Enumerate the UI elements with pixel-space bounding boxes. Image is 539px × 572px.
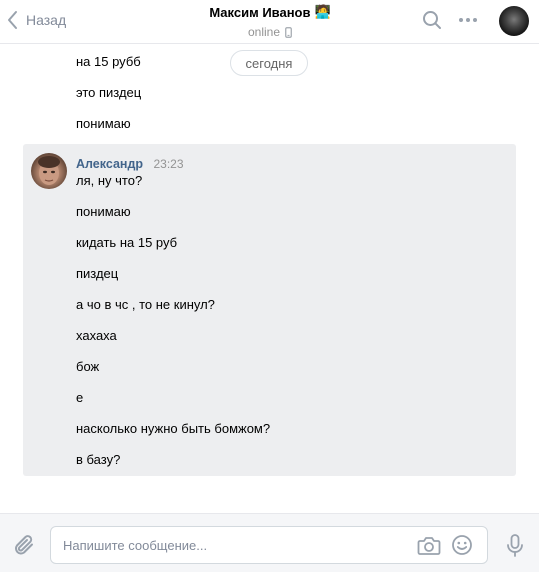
microphone-icon[interactable] <box>506 534 524 558</box>
message-input[interactable] <box>63 527 403 563</box>
message-line: на 15 рубб <box>76 54 141 69</box>
message-line: а чо в чс , то не кинул? <box>76 297 215 312</box>
peer-status: online <box>247 25 281 39</box>
message-line: понимаю <box>76 116 131 131</box>
message-time[interactable]: 23:23 <box>153 157 183 171</box>
message-line: кидать на 15 руб <box>76 235 178 250</box>
message-line: е <box>76 390 84 405</box>
sender-photo <box>38 156 60 185</box>
peer-name: Максим Иванов <box>209 4 311 20</box>
paperclip-icon[interactable] <box>12 533 36 557</box>
message-line: это пиздец <box>76 85 142 100</box>
message-group[interactable]: Александр 23:23 ля, ну что? понимаю кида… <box>23 144 516 476</box>
more-dots-icon[interactable] <box>458 17 478 23</box>
search-icon[interactable] <box>422 10 442 30</box>
date-separator: сегодня <box>230 50 308 76</box>
peer-avatar[interactable] <box>499 6 529 36</box>
chat-window: Назад Максим Иванов 🧑‍💻 online <box>0 0 539 572</box>
message-line: насколько нужно быть бомжом? <box>76 421 271 436</box>
message-line: понимаю <box>76 204 131 219</box>
camera-icon[interactable] <box>417 535 441 557</box>
message-line: бож <box>76 359 100 374</box>
message-input-box[interactable] <box>50 526 488 564</box>
message-line: хахаха <box>76 328 117 343</box>
message-history[interactable]: сегодня на 15 рубб это пиздец понимаю Ал… <box>0 45 539 513</box>
smile-icon[interactable] <box>451 534 473 556</box>
message-composer <box>0 513 539 572</box>
message-line: в базу? <box>76 452 121 467</box>
sender-row: Александр 23:23 <box>76 155 184 173</box>
peer-emoji: 🧑‍💻 <box>314 4 331 19</box>
peer-info[interactable]: Максим Иванов 🧑‍💻 online <box>170 4 370 39</box>
back-button[interactable]: Назад <box>6 8 66 32</box>
chevron-left-icon <box>8 11 17 29</box>
back-label: Назад <box>26 12 67 28</box>
sender-avatar[interactable] <box>31 153 67 189</box>
message-line: пиздец <box>76 266 119 281</box>
sender-name[interactable]: Александр <box>76 157 143 171</box>
chat-header: Назад Максим Иванов 🧑‍💻 online <box>0 0 539 44</box>
mobile-phone-icon <box>285 26 292 38</box>
message-line: ля, ну что? <box>76 173 143 188</box>
